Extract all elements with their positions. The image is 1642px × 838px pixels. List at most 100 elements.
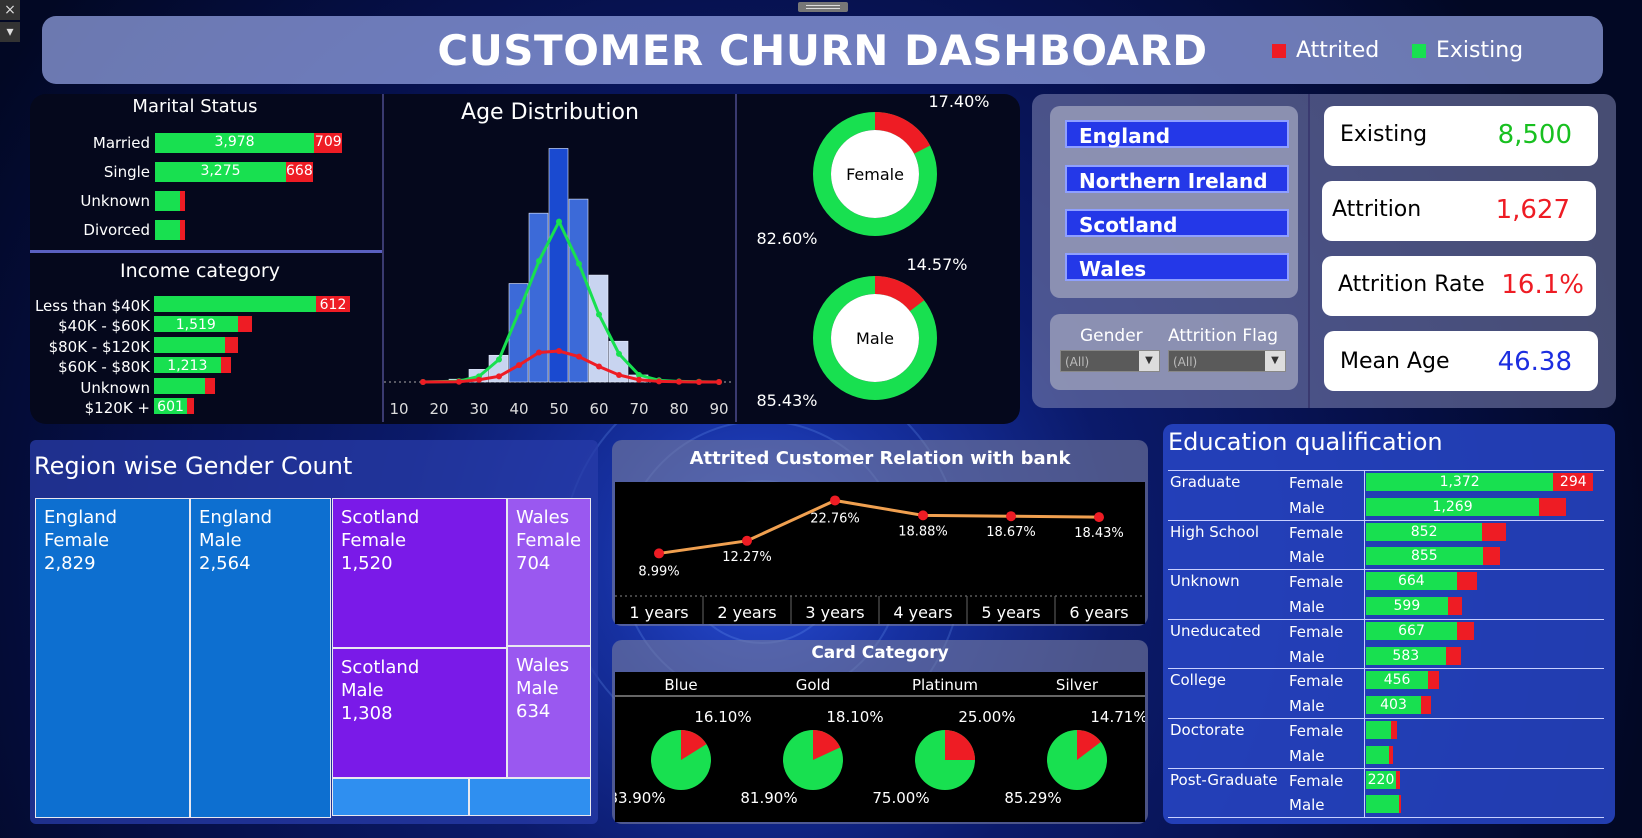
legend-label-existing: Existing bbox=[1436, 38, 1524, 63]
bar-value-existing: 1,372 bbox=[1439, 474, 1480, 490]
donut-existing-pct: 82.60% bbox=[756, 229, 817, 248]
education-gender: Female bbox=[1289, 722, 1344, 740]
relation-plot-bg bbox=[615, 482, 1145, 624]
kpi-attrition-value: 1,627 bbox=[1495, 195, 1570, 225]
kpi-existing: Existing 8,500 bbox=[1324, 106, 1598, 166]
close-icon[interactable]: × bbox=[0, 0, 20, 20]
bar-existing bbox=[155, 220, 181, 240]
region-scotland-button[interactable]: Scotland bbox=[1065, 209, 1289, 237]
education-category: High School bbox=[1170, 522, 1260, 541]
card-attrited-pct: 14.71% bbox=[1090, 708, 1145, 726]
chevron-down-icon[interactable]: ▾ bbox=[0, 22, 20, 42]
bar-existing bbox=[154, 336, 226, 353]
treemap-gender: Male bbox=[199, 530, 242, 551]
card-category-label: Gold bbox=[796, 676, 831, 694]
age-point-existing bbox=[496, 356, 502, 363]
title-bar: CUSTOMER CHURN DASHBOARD Attrited Existi… bbox=[42, 16, 1603, 84]
age-point-attrited bbox=[516, 362, 522, 369]
card-existing-pct: 75.00% bbox=[872, 789, 929, 807]
education-gender: Female bbox=[1289, 474, 1344, 492]
bar-value-attrited: 709 bbox=[314, 134, 342, 150]
bar-value-attrited: 668 bbox=[286, 163, 313, 179]
bar-value-existing: 664 bbox=[1397, 573, 1425, 590]
treemap-cell[interactable]: Wales Female 704 bbox=[507, 498, 591, 646]
treemap-count: 2,829 bbox=[44, 553, 96, 574]
marital-title: Marital Status bbox=[132, 96, 258, 117]
bar-attrited bbox=[1428, 671, 1440, 690]
gender-filter-dropdown[interactable]: (All) ▼ bbox=[1060, 350, 1160, 372]
treemap-cell[interactable]: Scotland Female 1,520 bbox=[332, 498, 507, 648]
age-point-attrited bbox=[636, 376, 642, 383]
bar-existing bbox=[1366, 721, 1391, 739]
treemap-cell[interactable]: England Female 2,829 bbox=[35, 498, 190, 818]
age-point-attrited bbox=[716, 379, 722, 385]
chevron-down-icon[interactable]: ▼ bbox=[1139, 351, 1159, 371]
kpi-attrition-label: Attrition bbox=[1332, 197, 1422, 222]
kpi-mean-age-label: Mean Age bbox=[1340, 349, 1450, 374]
region-northern-ireland-button[interactable]: Northern Ireland bbox=[1065, 165, 1289, 193]
education-category: Uneducated bbox=[1170, 621, 1261, 640]
education-group-divider bbox=[1168, 618, 1604, 620]
kpi-mean-age-value: 46.38 bbox=[1497, 347, 1572, 377]
bar-existing bbox=[155, 191, 180, 211]
age-point-existing bbox=[516, 308, 522, 315]
age-point-attrited bbox=[556, 348, 562, 355]
relation-point bbox=[1094, 512, 1104, 523]
attrition-flag-filter-dropdown[interactable]: (All) ▼ bbox=[1168, 350, 1286, 372]
education-title: Education qualification bbox=[1168, 428, 1443, 456]
bar-value-existing: 583 bbox=[1392, 647, 1420, 664]
chevron-down-icon[interactable]: ▼ bbox=[1265, 351, 1285, 371]
relation-point bbox=[654, 548, 664, 559]
card-existing-pct: 81.90% bbox=[740, 789, 797, 807]
treemap-cell[interactable]: Wales Male 634 bbox=[507, 646, 591, 778]
region-wales-button[interactable]: Wales bbox=[1065, 253, 1289, 281]
education-gender: Male bbox=[1289, 647, 1325, 666]
card-existing-pct: 85.29% bbox=[1004, 789, 1061, 807]
bar-attrited bbox=[1447, 597, 1463, 615]
education-axis bbox=[1364, 470, 1365, 818]
bar-attrited bbox=[180, 220, 185, 240]
bar-attrited bbox=[1398, 795, 1402, 814]
bar-label: Divorced bbox=[83, 221, 150, 239]
legend-swatch-attrited bbox=[1272, 43, 1286, 58]
education-gender: Male bbox=[1289, 498, 1325, 517]
donut-existing-pct: 85.43% bbox=[756, 391, 817, 410]
education-gender: Male bbox=[1289, 746, 1325, 765]
age-tick-label: 40 bbox=[509, 400, 528, 418]
treemap-cell[interactable]: Scotland Male 1,308 bbox=[332, 648, 507, 778]
donut-label: Male bbox=[856, 329, 894, 348]
treemap-region: Scotland bbox=[341, 657, 420, 678]
treemap-gender: Female bbox=[341, 530, 407, 551]
bar-existing bbox=[154, 296, 317, 312]
age-tick-label: 80 bbox=[669, 400, 688, 418]
treemap-cell-unlabeled[interactable] bbox=[332, 778, 469, 816]
age-point-attrited bbox=[696, 379, 702, 385]
relation-value-label: 12.27% bbox=[722, 550, 772, 565]
education-gender: Female bbox=[1289, 523, 1344, 542]
region-england-button[interactable]: England bbox=[1065, 120, 1289, 148]
card-attrited-pct: 25.00% bbox=[958, 708, 1015, 726]
kpi-attrition-rate-value: 16.1% bbox=[1501, 270, 1584, 300]
bar-attrited bbox=[225, 336, 239, 353]
bar-existing bbox=[154, 377, 205, 394]
education-category: Unknown bbox=[1170, 572, 1240, 591]
resize-handle[interactable] bbox=[798, 2, 848, 12]
treemap-cell[interactable]: England Male 2,564 bbox=[190, 498, 331, 818]
age-tick-label: 30 bbox=[469, 400, 488, 418]
age-point-attrited bbox=[536, 349, 542, 356]
kpi-attrition: Attrition 1,627 bbox=[1322, 181, 1596, 241]
divider bbox=[30, 250, 384, 253]
bar-attrited bbox=[220, 357, 232, 374]
card-attrited-pct: 18.10% bbox=[826, 708, 883, 726]
age-point-attrited bbox=[616, 371, 622, 378]
treemap-cell-unlabeled[interactable] bbox=[469, 778, 591, 816]
age-chart: 10 20 30 40 50 60 70 80 90 bbox=[384, 148, 734, 418]
age-point-attrited bbox=[576, 353, 582, 360]
age-point-existing bbox=[556, 218, 562, 225]
age-point-attrited bbox=[496, 373, 502, 380]
relation-chart: 8.99% 1 years 12.27% 2 years 22.76% 3 years 18… bbox=[615, 482, 1145, 624]
attrition-flag-filter-value: (All) bbox=[1173, 355, 1198, 369]
bar-value-existing: 855 bbox=[1410, 548, 1438, 565]
treemap-region: England bbox=[199, 507, 273, 528]
bar-value-existing: 667 bbox=[1398, 622, 1425, 639]
